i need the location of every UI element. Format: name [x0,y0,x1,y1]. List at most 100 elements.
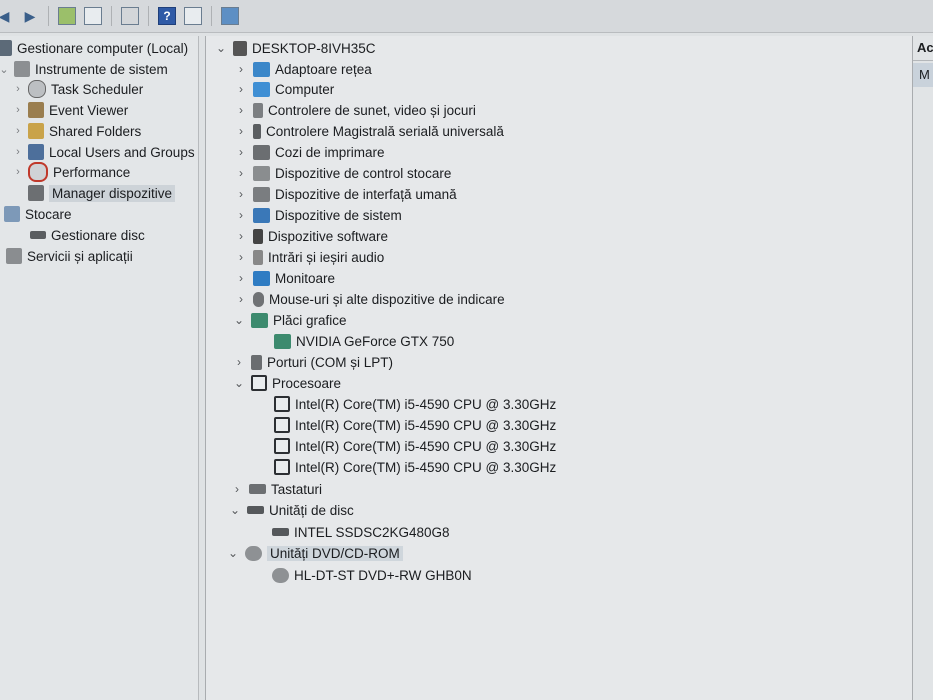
tree-device-dvd[interactable]: HL-DT-ST DVD+-RW GHB0N [272,565,472,585]
chevron-right-icon[interactable]: › [234,229,248,243]
chevron-right-icon[interactable]: › [234,208,248,222]
tree-item-network-adapters[interactable]: › Adaptoare rețea [234,59,372,79]
nav-item-label: Task Scheduler [51,81,144,97]
computer-icon [253,81,270,97]
tree-item-label: Cozi de imprimare [275,144,385,160]
tree-item-label: Unități DVD/CD-ROM [267,545,403,561]
toolbar-separator [111,6,112,26]
storage-controller-icon [253,165,270,181]
monitor-icon[interactable] [220,6,240,26]
chevron-right-icon[interactable]: › [12,166,24,178]
tree-device-gpu[interactable]: NVIDIA GeForce GTX 750 [274,331,454,351]
toolbar-separator [211,6,212,26]
tree-item-label: Plăci grafice [273,312,347,328]
nav-item-services[interactable]: Servicii și aplicații [6,246,133,266]
tree-item-ports[interactable]: › Porturi (COM și LPT) [232,352,393,372]
tree-item-system-devices[interactable]: › Dispozitive de sistem [234,205,402,225]
forward-icon[interactable]: ▶ [20,6,40,26]
dvd-drive-icon [272,567,289,583]
chevron-right-icon[interactable]: › [234,187,248,201]
chevron-right-icon[interactable]: › [234,82,248,96]
tree-item-dvd-drives[interactable]: ⌄ Unități DVD/CD-ROM [226,543,403,563]
nav-item-storage[interactable]: Stocare [4,204,72,224]
hid-icon [253,186,270,202]
nav-item-event-viewer[interactable]: › Event Viewer [12,100,128,120]
nav-item-label: Servicii și aplicații [27,248,133,264]
actions-item[interactable]: M [913,63,933,87]
toolbar-separator [48,6,49,26]
tree-item-label: NVIDIA GeForce GTX 750 [296,333,455,349]
chevron-right-icon[interactable]: › [234,124,248,138]
chevron-right-icon[interactable]: › [230,482,244,496]
processor-icon [274,417,290,433]
tree-item-display-adapters[interactable]: ⌄ Plăci grafice [232,310,347,330]
dvd-drive-icon [245,545,262,561]
tree-item-hid[interactable]: › Dispozitive de interfață umană [234,184,457,204]
nav-item-device-manager[interactable]: Manager dispozitive [28,183,176,203]
chevron-right-icon[interactable]: › [234,292,248,306]
tree-device-cpu[interactable]: Intel(R) Core(TM) i5-4590 CPU @ 3.30GHz [274,457,556,477]
nav-item-computer-management[interactable]: Gestionare computer (Local) [0,38,188,58]
nav-item-system-tools[interactable]: ⌄ Instrumente de sistem [0,59,168,79]
chevron-right-icon[interactable]: › [12,104,24,116]
tree-item-disk-drives[interactable]: ⌄ Unități de disc [228,500,354,520]
chevron-right-icon[interactable]: › [234,145,248,159]
tree-item-processors[interactable]: ⌄ Procesoare [232,373,341,393]
chevron-down-icon[interactable]: ⌄ [232,313,246,327]
nav-item-local-users[interactable]: › Local Users and Groups [12,142,195,162]
chevron-down-icon[interactable]: ⌄ [0,63,10,76]
tree-device-cpu[interactable]: Intel(R) Core(TM) i5-4590 CPU @ 3.30GHz [274,394,556,414]
chevron-down-icon[interactable]: ⌄ [226,546,240,560]
tree-item-sound-controllers[interactable]: › Controlere de sunet, video și jocuri [234,100,476,120]
tree-item-label: Procesoare [272,375,342,391]
nav-item-shared-folders[interactable]: › Shared Folders [12,121,141,141]
properties-icon[interactable] [120,6,140,26]
help-icon[interactable]: ? [157,6,177,26]
system-tools-icon [14,61,30,77]
processor-icon [274,396,290,412]
chevron-right-icon[interactable]: › [234,250,248,264]
tree-item-usb-controllers[interactable]: › Controlere Magistrală serială universa… [234,121,504,141]
device-tree: ⌄ DESKTOP-8IVH35C › Adaptoare rețea › Co… [205,36,912,700]
up-folder-icon[interactable] [57,6,77,26]
tree-device-disk[interactable]: INTEL SSDSC2KG480G8 [272,522,450,542]
tree-item-print-queues[interactable]: › Cozi de imprimare [234,142,385,162]
chevron-down-icon[interactable]: ⌄ [232,376,246,390]
disk-drive-icon [247,506,264,514]
chevron-down-icon[interactable]: ⌄ [214,41,228,55]
chevron-right-icon[interactable]: › [12,125,24,137]
chevron-right-icon[interactable]: › [232,355,246,369]
nav-item-disk-management[interactable]: Gestionare disc [30,225,145,245]
nav-item-task-scheduler[interactable]: › Task Scheduler [12,79,143,99]
port-icon [251,354,262,370]
tree-item-audio-io[interactable]: › Intrări și ieșiri audio [234,247,384,267]
chevron-right-icon[interactable]: › [234,103,248,117]
audio-io-icon [253,249,263,265]
event-viewer-icon [28,102,44,118]
services-icon [6,248,22,264]
chevron-down-icon[interactable]: ⌄ [228,503,242,517]
back-icon[interactable]: ◀ [0,6,14,26]
chevron-right-icon[interactable]: › [234,271,248,285]
tree-item-monitors[interactable]: › Monitoare [234,268,335,288]
tree-device-cpu[interactable]: Intel(R) Core(TM) i5-4590 CPU @ 3.30GHz [274,415,556,435]
tree-item-label: INTEL SSDSC2KG480G8 [294,524,450,540]
chevron-right-icon[interactable]: › [234,62,248,76]
chevron-right-icon[interactable]: › [12,83,24,95]
tree-item-label: Intel(R) Core(TM) i5-4590 CPU @ 3.30GHz [295,459,557,475]
tree-device-cpu[interactable]: Intel(R) Core(TM) i5-4590 CPU @ 3.30GHz [274,436,556,456]
performance-icon [28,162,48,182]
tree-item-computer[interactable]: › Computer [234,79,334,99]
chevron-right-icon[interactable]: › [234,166,248,180]
tree-item-software-devices[interactable]: › Dispozitive software [234,226,388,246]
tree-item-storage-controllers[interactable]: › Dispozitive de control stocare [234,163,451,183]
tree-root[interactable]: ⌄ DESKTOP-8IVH35C [214,38,376,58]
show-hide-tree-icon[interactable] [83,6,103,26]
chevron-right-icon[interactable]: › [12,146,24,158]
tree-item-keyboards[interactable]: › Tastaturi [230,479,322,499]
view-icon[interactable] [183,6,203,26]
nav-item-performance[interactable]: › Performance [12,162,130,182]
nav-item-label: Manager dispozitive [49,184,176,202]
tree-item-mice[interactable]: › Mouse-uri și alte dispozitive de indic… [234,289,505,309]
sound-icon [253,102,263,118]
